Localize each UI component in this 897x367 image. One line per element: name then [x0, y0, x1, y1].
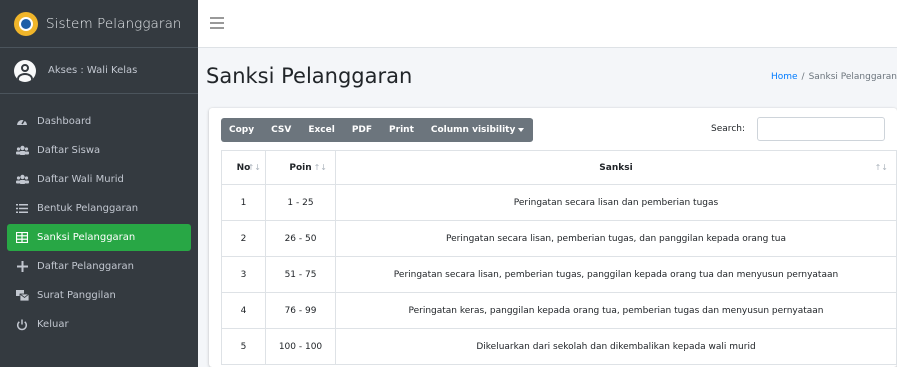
- table-row: 5 100 - 100 Dikeluarkan dari sekolah dan…: [221, 328, 897, 365]
- sort-icon: ↑↓: [313, 163, 327, 172]
- sidebar-item-bentuk-pelanggaran[interactable]: Bentuk Pelanggaran: [7, 195, 191, 222]
- cell-poin: 26 - 50: [265, 220, 336, 257]
- column-header-no[interactable]: No ↑↓: [221, 150, 266, 185]
- sidebar-item-daftar-wali-murid[interactable]: Daftar Wali Murid: [7, 166, 191, 193]
- sidebar-item-label: Daftar Pelanggaran: [37, 261, 134, 272]
- tachometer-icon: [15, 115, 29, 129]
- sidebar-item-keluar[interactable]: Keluar: [7, 311, 191, 338]
- sidebar-item-surat-panggilan[interactable]: Surat Panggilan: [7, 282, 191, 309]
- sidebar: Sistem Pelanggaran Akses : Wali Kelas Da…: [0, 0, 198, 367]
- table-icon: [15, 231, 29, 245]
- sort-icon: ↑↓: [874, 163, 888, 172]
- cell-poin: 1 - 25: [265, 184, 336, 221]
- sort-asc-icon: ↑↓: [247, 163, 261, 172]
- mail-bulk-icon: [15, 289, 29, 303]
- cell-no: 1: [221, 184, 266, 221]
- plus-icon: [15, 260, 29, 274]
- sidebar-item-label: Dashboard: [37, 116, 92, 127]
- breadcrumb-current: Sanksi Pelanggaran: [808, 72, 897, 82]
- top-navbar: [198, 0, 897, 48]
- column-header-poin[interactable]: Poin ↑↓: [265, 150, 336, 185]
- cell-no: 5: [221, 328, 266, 365]
- cell-sanksi: Peringatan secara lisan, pemberian tugas…: [335, 220, 897, 257]
- brand-link[interactable]: Sistem Pelanggaran: [0, 0, 198, 48]
- cell-poin: 76 - 99: [265, 292, 336, 329]
- cell-no: 3: [221, 256, 266, 293]
- content-header: Sanksi Pelanggaran Home / Sanksi Pelanggar…: [198, 48, 897, 104]
- table-row: 2 26 - 50 Peringatan secara lisan, pembe…: [221, 220, 897, 257]
- brand-title: Sistem Pelanggaran: [46, 15, 182, 32]
- table-row: 4 76 - 99 Peringatan keras, panggilan ke…: [221, 292, 897, 329]
- cell-no: 4: [221, 292, 266, 329]
- cell-sanksi: Peringatan keras, panggilan kepada orang…: [335, 292, 897, 329]
- sidebar-item-daftar-pelanggaran[interactable]: Daftar Pelanggaran: [7, 253, 191, 280]
- column-header-sanksi[interactable]: Sanksi ↑↓: [335, 150, 897, 185]
- breadcrumb-home-link[interactable]: Home: [771, 72, 798, 82]
- table-row: 1 1 - 25 Peringatan secara lisan dan pem…: [221, 184, 897, 221]
- sidebar-item-label: Daftar Wali Murid: [37, 174, 124, 185]
- cell-no: 2: [221, 220, 266, 257]
- column-header-label: Poin: [289, 162, 312, 173]
- search-input[interactable]: [757, 117, 885, 141]
- sanksi-table-card: Copy CSV Excel PDF Print Column visibili…: [209, 108, 897, 367]
- column-header-label: Sanksi: [599, 162, 633, 173]
- sanksi-table: No ↑↓ Poin ↑↓ Sanksi ↑↓ 1 1 - 25 Peringatan…: [221, 150, 897, 365]
- user-role-label: Akses : Wali Kelas: [48, 65, 138, 76]
- school-logo: [14, 11, 38, 36]
- cell-sanksi: Peringatan secara lisan dan pemberian tu…: [335, 184, 897, 221]
- users-icon: [15, 144, 29, 158]
- sidebar-item-dashboard[interactable]: Dashboard: [7, 108, 191, 135]
- search-label: Search:: [711, 124, 745, 134]
- sidebar-item-label: Surat Panggilan: [37, 290, 116, 301]
- cell-sanksi: Peringatan secara lisan, pemberian tugas…: [335, 256, 897, 293]
- table-header-row: No ↑↓ Poin ↑↓ Sanksi ↑↓: [221, 150, 897, 185]
- sidebar-item-daftar-siswa[interactable]: Daftar Siswa: [7, 137, 191, 164]
- sidebar-item-label: Bentuk Pelanggaran: [37, 203, 139, 214]
- cell-poin: 51 - 75: [265, 256, 336, 293]
- users-icon: [15, 173, 29, 187]
- breadcrumb-separator: /: [801, 72, 805, 82]
- user-circle-icon: [14, 59, 36, 82]
- cell-poin: 100 - 100: [265, 328, 336, 365]
- menu-toggle-icon[interactable]: [210, 17, 224, 29]
- power-off-icon: [15, 318, 29, 332]
- user-panel[interactable]: Akses : Wali Kelas: [0, 48, 198, 94]
- sidebar-item-label: Keluar: [37, 319, 69, 330]
- table-row: 3 51 - 75 Peringatan secara lisan, pembe…: [221, 256, 897, 293]
- sidebar-item-sanksi-pelanggaran[interactable]: Sanksi Pelanggaran: [7, 224, 191, 251]
- cell-sanksi: Dikeluarkan dari sekolah dan dikembalika…: [335, 328, 897, 365]
- sidebar-item-label: Daftar Siswa: [37, 145, 101, 156]
- breadcrumb: Home / Sanksi Pelanggaran: [771, 72, 897, 82]
- list-icon: [15, 202, 29, 216]
- page-title: Sanksi Pelanggaran: [206, 64, 413, 88]
- sidebar-item-label: Sanksi Pelanggaran: [37, 232, 136, 243]
- sidebar-nav: Dashboard Daftar Siswa Daftar Wali Murid…: [0, 94, 198, 338]
